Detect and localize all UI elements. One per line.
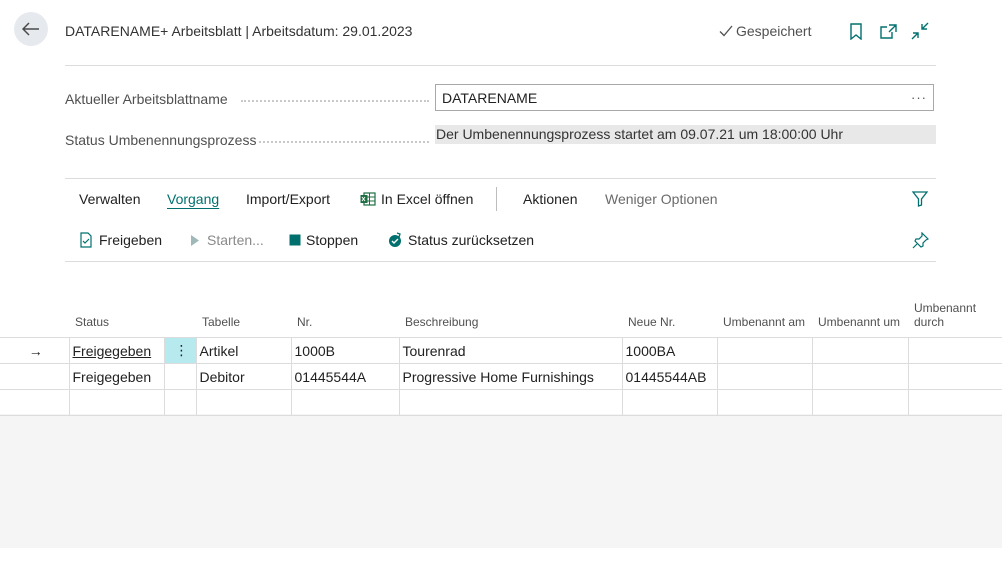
excel-icon <box>360 192 376 206</box>
row-menu-cell[interactable] <box>164 389 197 416</box>
cell-neue-nr[interactable]: 1000BA <box>622 337 718 364</box>
back-button[interactable] <box>14 12 48 46</box>
status-label: Status Umbenennungsprozess <box>65 132 257 148</box>
cell-tabelle[interactable]: Debitor <box>196 363 292 390</box>
open-new-window-button[interactable] <box>878 21 898 41</box>
row-indicator-icon: → <box>0 337 70 364</box>
menu-vorgang[interactable]: Vorgang <box>167 191 219 207</box>
status-value: Der Umbenennungsprozess startet am 09.07… <box>435 125 936 144</box>
cell-umbenannt-durch[interactable] <box>908 389 1002 416</box>
leader-dots <box>241 100 429 102</box>
collapse-icon <box>911 22 929 40</box>
page-title: DATARENAME+ Arbeitsblatt | Arbeitsdatum:… <box>65 23 413 39</box>
cell-umbenannt-um[interactable] <box>812 337 909 364</box>
column-header-umbenannt-um[interactable]: Umbenannt um <box>812 292 908 338</box>
cell-beschreibung[interactable]: Progressive Home Furnishings <box>399 363 623 390</box>
row-menu-cell[interactable] <box>164 363 197 390</box>
reset-status-label: Status zurücksetzen <box>408 232 535 248</box>
menu-verwalten[interactable]: Verwalten <box>79 191 140 207</box>
menu-import-export[interactable]: Import/Export <box>246 191 330 207</box>
column-header-status[interactable]: Status <box>69 292 164 338</box>
document-check-icon <box>80 232 92 248</box>
cell-umbenannt-durch[interactable] <box>908 363 1002 390</box>
stop-label: Stoppen <box>306 232 359 248</box>
status-link[interactable]: Freigegeben <box>73 343 152 359</box>
column-header-umbenannt-am[interactable]: Umbenannt am <box>717 292 812 338</box>
column-header-nr[interactable]: Nr. <box>291 292 399 338</box>
menu-fewer-options[interactable]: Weniger Optionen <box>605 191 718 207</box>
cell-nr[interactable] <box>291 389 400 416</box>
sheet-name-label: Aktueller Arbeitsblattname <box>65 91 228 107</box>
pin-icon <box>912 231 929 248</box>
play-icon <box>191 234 199 246</box>
saved-status: Gespeichert <box>719 23 811 39</box>
divider <box>65 178 936 179</box>
divider <box>65 261 936 262</box>
menu-open-in-excel[interactable]: In Excel öffnen <box>360 191 473 207</box>
menu-aktionen[interactable]: Aktionen <box>523 191 577 207</box>
cell-nr[interactable]: 01445544A <box>291 363 400 390</box>
checkmark-icon <box>719 25 733 37</box>
filter-button[interactable] <box>910 189 930 209</box>
cell-status[interactable] <box>69 389 165 416</box>
cell-umbenannt-am[interactable] <box>717 363 813 390</box>
reset-status-button[interactable]: Status zurücksetzen <box>387 232 534 248</box>
cell-neue-nr[interactable]: 01445544AB <box>622 363 718 390</box>
column-header-menu <box>164 292 196 338</box>
grid-header-row: Status Tabelle Nr. Beschreibung Neue Nr.… <box>0 292 1002 338</box>
row-menu-icon[interactable]: ⋮ <box>164 337 197 364</box>
row-indicator-cell <box>0 389 70 416</box>
cell-status[interactable]: Freigegeben <box>69 363 165 390</box>
table-row[interactable]: → Freigegeben ⋮ Artikel 1000B Tourenrad … <box>0 337 1002 364</box>
sheet-name-value: DATARENAME <box>442 89 538 106</box>
cell-status[interactable]: Freigegeben <box>69 337 165 364</box>
column-header-neue-nr[interactable]: Neue Nr. <box>622 292 717 338</box>
pin-button[interactable] <box>910 230 930 250</box>
grid-empty-area <box>0 414 1002 548</box>
column-header-indicator <box>0 292 69 338</box>
bookmark-button[interactable] <box>846 21 866 41</box>
menu-open-in-excel-label: In Excel öffnen <box>381 191 474 207</box>
stop-button[interactable]: Stoppen <box>289 232 358 248</box>
release-label: Freigeben <box>99 232 163 248</box>
bookmark-icon <box>850 22 862 40</box>
cell-umbenannt-um[interactable] <box>812 389 909 416</box>
release-button[interactable]: Freigeben <box>79 232 162 248</box>
stop-icon <box>289 234 301 246</box>
start-label: Starten... <box>207 232 264 248</box>
filter-icon <box>912 191 928 207</box>
cell-neue-nr[interactable] <box>622 389 718 416</box>
cell-nr[interactable]: 1000B <box>291 337 400 364</box>
open-in-new-window-icon <box>879 23 897 39</box>
column-header-umbenannt-durch[interactable]: Umbenannt durch <box>908 292 1002 338</box>
column-header-beschreibung[interactable]: Beschreibung <box>399 292 622 338</box>
leader-dots <box>259 141 429 143</box>
sheet-name-field[interactable]: DATARENAME ··· <box>435 84 934 111</box>
cell-beschreibung[interactable] <box>399 389 623 416</box>
cell-umbenannt-um[interactable] <box>812 363 909 390</box>
table-row-empty[interactable] <box>0 389 1002 416</box>
column-header-tabelle[interactable]: Tabelle <box>196 292 291 338</box>
menu-separator <box>496 187 497 211</box>
cell-umbenannt-am[interactable] <box>717 389 813 416</box>
data-grid: Status Tabelle Nr. Beschreibung Neue Nr.… <box>0 292 1002 416</box>
cell-tabelle[interactable]: Artikel <box>196 337 292 364</box>
divider <box>65 65 936 66</box>
arrow-left-icon <box>22 22 39 36</box>
table-row[interactable]: Freigegeben Debitor 01445544A Progressiv… <box>0 363 1002 390</box>
cell-tabelle[interactable] <box>196 389 292 416</box>
cell-beschreibung[interactable]: Tourenrad <box>399 337 623 364</box>
saved-label: Gespeichert <box>736 23 812 39</box>
reset-status-icon <box>389 232 401 247</box>
row-indicator-cell <box>0 363 70 390</box>
more-options-icon[interactable]: ··· <box>911 90 927 105</box>
cell-umbenannt-durch[interactable] <box>908 337 1002 364</box>
start-button[interactable]: Starten... <box>190 232 264 248</box>
cell-umbenannt-am[interactable] <box>717 337 813 364</box>
collapse-button[interactable] <box>910 21 930 41</box>
